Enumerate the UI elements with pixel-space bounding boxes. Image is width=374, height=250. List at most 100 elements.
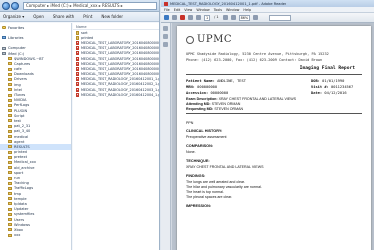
folder-icon: [8, 67, 12, 71]
create-pdf-icon[interactable]: [180, 15, 185, 20]
tree-item-label: iTunes: [14, 93, 26, 98]
date-row: Date: 04/12/2016: [311, 91, 347, 95]
exam-value: XRAY CHEST FRONTAL AND LATERAL VIEWS: [218, 97, 297, 101]
folder-icon: [8, 62, 12, 66]
pdf-file-icon: [76, 46, 79, 51]
mrn-value: 000000000: [197, 85, 218, 89]
org-name: UPMC: [197, 34, 233, 45]
tree-item-label: sport: [14, 170, 24, 175]
pages-icon[interactable]: [163, 26, 168, 31]
requesting-row: Requesting MD: STEVEN ORMAN: [186, 107, 244, 111]
tree-item-label: Script: [14, 113, 25, 118]
zoom-in-icon[interactable]: [230, 15, 236, 20]
file-item[interactable]: MEDICAL_TEST_RADIOLOGY_20160412001_1.pdf: [73, 77, 159, 82]
file-item-label: MEDICAL_TEST_LABORATORY_20160408000007_1…: [81, 72, 159, 77]
zoom-out-icon[interactable]: [222, 15, 228, 20]
tree-item-label: pat_3_40: [14, 129, 31, 134]
patient-name-row: Patient Name: ANDLINE, TEST: [186, 79, 246, 83]
tree-item-label: Captures: [14, 61, 31, 66]
explorer-toolbar: Organize ▾ Open Share with Print New fol…: [0, 12, 159, 22]
share-with-button[interactable]: Share with: [53, 14, 74, 19]
menu-item[interactable]: View: [184, 8, 192, 12]
tree-item-label: NVIDIA: [14, 98, 27, 103]
file-item[interactable]: MEDICAL_TEST_LABORATORY_20160408000002_1…: [73, 46, 159, 51]
document-canvas[interactable]: UPMC UPMC Shadyside Radiology, 5230 Cent…: [172, 23, 374, 250]
file-item-label: MEDICAL_TEST_LABORATORY_20160408000006_1…: [81, 66, 159, 71]
menu-item[interactable]: File: [164, 8, 170, 12]
folder-icon: [8, 171, 12, 175]
explorer-address-bar: Computer ▸ iMed (C:) ▸ Medical_xxx ▸ RES…: [0, 0, 159, 12]
viewer-title: MEDICAL_TEST_RADIOLOGY_20160412001_1.pdf…: [170, 1, 287, 6]
folder-icon: [8, 119, 12, 123]
fit-page-icon[interactable]: [253, 15, 259, 20]
menu-item[interactable]: Window: [196, 8, 209, 12]
navigation-tree: Favorites Libraries Computer iMed (C:) $WIND…: [0, 23, 72, 250]
file-item[interactable]: MEDICAL_TEST_LABORATORY_20160408000005_1…: [73, 61, 159, 66]
tree-item-label: old_archive: [14, 165, 35, 170]
date-value: 04/12/2016: [324, 91, 347, 95]
file-item[interactable]: MEDICAL_TEST_LABORATORY_20160408000003_1…: [73, 51, 159, 56]
pdf-file-icon: [76, 56, 79, 61]
address-input[interactable]: Computer ▸ iMed (C:) ▸ Medical_xxx ▸ RES…: [23, 1, 157, 10]
ptn-label: PPN: [186, 121, 194, 125]
tree-item-label: xxx: [14, 233, 21, 238]
finding-line: The hilar and pulmonary vascularity are …: [186, 185, 262, 189]
report-page: UPMC UPMC Shadyside Radiology, 5230 Cent…: [177, 26, 371, 250]
tree-item-label: Computer: [8, 46, 26, 51]
zoom-select[interactable]: 86%: [238, 14, 251, 21]
page-number-input[interactable]: 1: [204, 14, 211, 21]
pdf-file-icon: [76, 66, 79, 71]
new-folder-button[interactable]: New folder: [101, 14, 123, 19]
exam-row: Exam Description: XRAY CHEST FRONTAL AND…: [186, 97, 297, 101]
folder-icon: [8, 212, 12, 216]
previous-page-icon[interactable]: [188, 15, 193, 20]
tree-item-label: pretext: [14, 155, 27, 160]
find-input[interactable]: [269, 14, 292, 21]
file-item[interactable]: MEDICAL_TEST_LABORATORY_20160408000006_1…: [73, 66, 159, 71]
file-explorer-window: Computer ▸ iMed (C:) ▸ Medical_xxx ▸ RES…: [0, 0, 160, 250]
folder-icon: [8, 186, 12, 190]
folder-icon: [8, 181, 12, 185]
accession-row: Accession: 00000000: [186, 91, 229, 95]
file-item[interactable]: MEDICAL_TEST_RADIOLOGY_20160412003_1.pdf: [73, 87, 159, 92]
bookmarks-icon[interactable]: [163, 34, 168, 39]
pdf-file-icon: [76, 77, 79, 82]
open-button[interactable]: Open: [33, 14, 44, 19]
file-item[interactable]: MEDICAL_TEST_LABORATORY_20160408000001_1…: [73, 40, 159, 45]
menu-item[interactable]: Edit: [174, 8, 181, 12]
attachments-icon[interactable]: [163, 42, 168, 47]
file-item[interactable]: MEDICAL_TEST_LABORATORY_20160408000004_1…: [73, 56, 159, 61]
patient-name: ANDLINE, TEST: [217, 79, 246, 83]
tree-item-label: RESULTS: [14, 144, 30, 149]
technique-text: XRAY CHEST FRONTAL AND LATERAL VIEWS: [186, 165, 264, 169]
menu-item[interactable]: Window: [226, 8, 239, 12]
folder-icon: [8, 140, 12, 144]
folder-icon: [8, 83, 12, 87]
folder-icon: [8, 145, 12, 149]
tree-item-label: $WINDOWS.~BT: [14, 56, 44, 61]
mrn-row: MRN: 000000000: [186, 85, 218, 89]
forward-icon[interactable]: [11, 1, 19, 10]
folder-icon: [8, 103, 12, 107]
tree-item[interactable]: xxx: [0, 233, 71, 238]
page-total: / 1: [214, 14, 219, 19]
file-item[interactable]: MEDICAL_TEST_LABORATORY_20160408000007_1…: [73, 72, 159, 77]
organize-button[interactable]: Organize ▾: [3, 14, 24, 19]
folder-icon: [8, 223, 12, 227]
menu-item[interactable]: Help: [243, 8, 251, 12]
dob-value: 01/01/1990: [322, 79, 345, 83]
folder-icon: [8, 228, 12, 232]
attending-row: Attending MD: STEVEN ORMAN: [186, 102, 241, 106]
print-icon[interactable]: [172, 15, 177, 20]
file-item[interactable]: MEDICAL_TEST_RADIOLOGY_20160412002_1.pdf: [73, 82, 159, 87]
file-item[interactable]: MEDICAL_TEST_RADIOLOGY_20160412004_1.pdf: [73, 92, 159, 97]
print-button[interactable]: Print: [83, 14, 92, 19]
open-file-icon[interactable]: [164, 15, 169, 20]
folder-icon: [8, 166, 12, 170]
menu-item[interactable]: Tools: [214, 8, 222, 12]
comparison-heading: COMPARISON:: [186, 144, 214, 148]
next-page-icon[interactable]: [196, 15, 201, 20]
file-item-label: MEDICAL_TEST_RADIOLOGY_20160412003_1.pdf: [81, 87, 159, 92]
tree-item-label: Favorites: [8, 25, 25, 30]
back-icon[interactable]: [2, 1, 10, 10]
